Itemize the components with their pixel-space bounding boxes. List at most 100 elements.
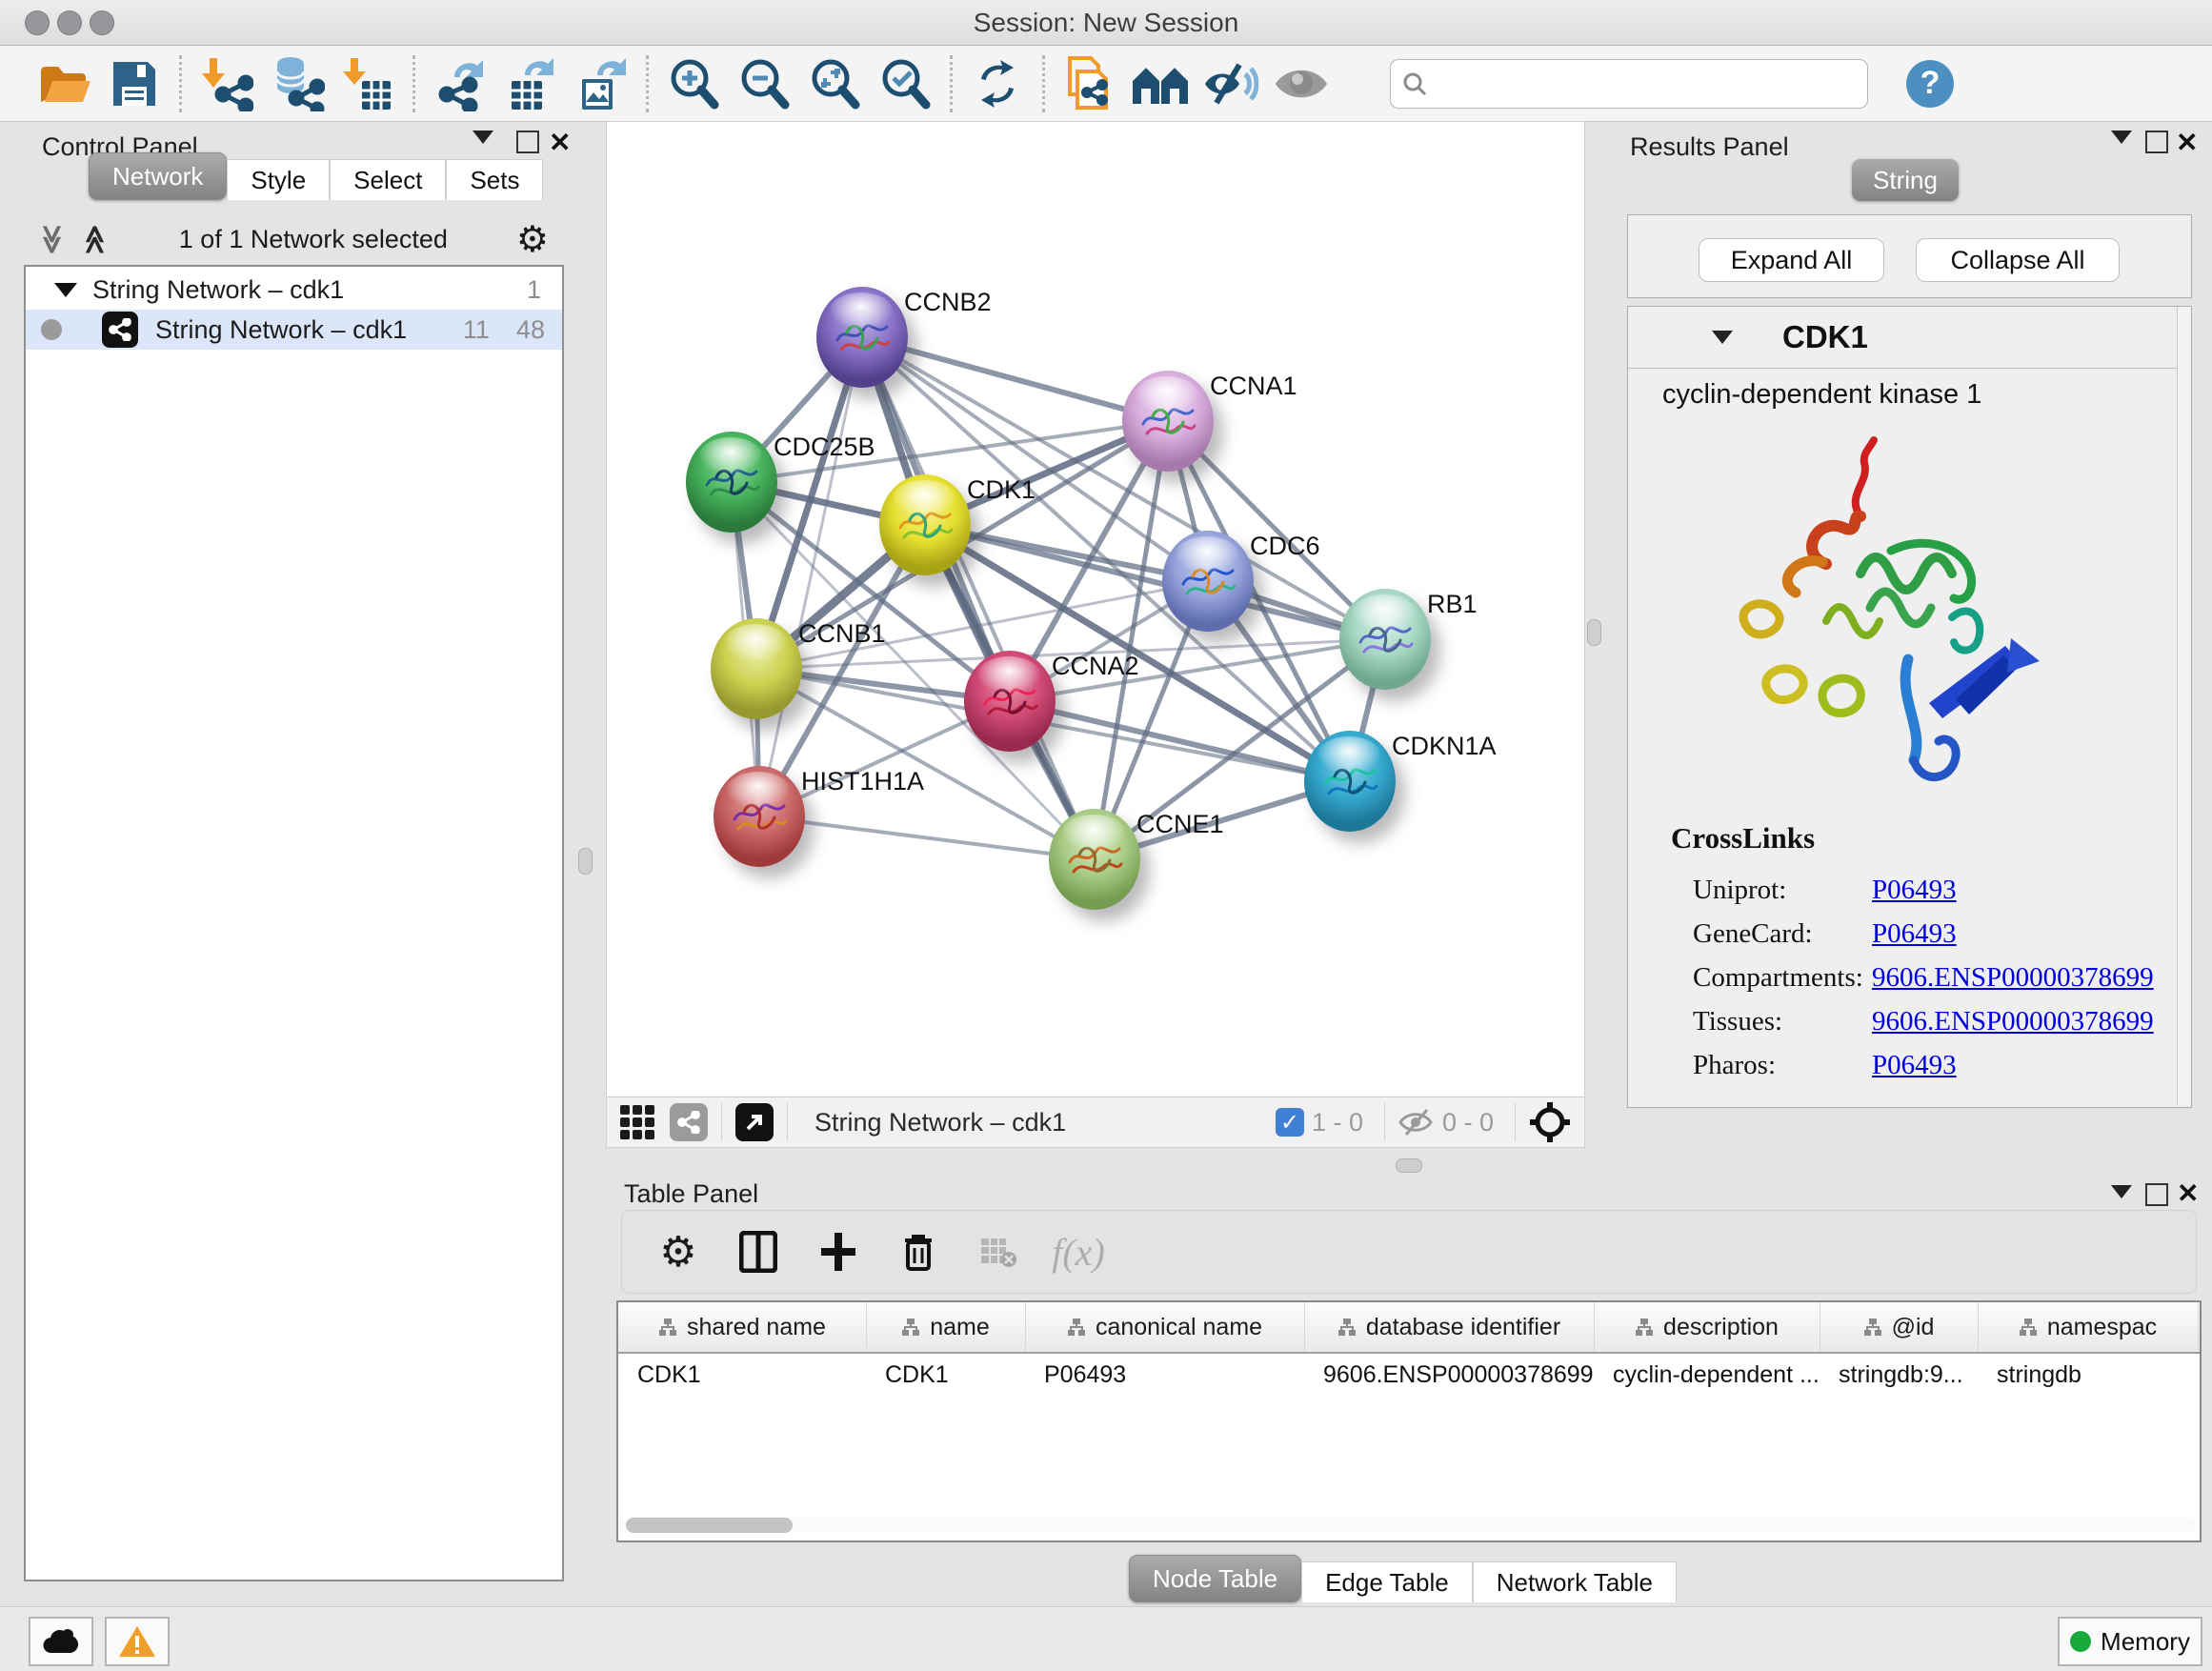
network-selection-summary: 1 of 1 Network selected	[111, 225, 516, 254]
delete-column-trash-icon[interactable]	[895, 1225, 942, 1278]
memory-button[interactable]: Memory	[2058, 1617, 2202, 1666]
node-hist1h1a[interactable]	[714, 766, 805, 867]
help-button[interactable]: ?	[1906, 60, 1954, 108]
table-cell[interactable]: stringdb:9...	[1820, 1352, 1978, 1398]
network-row-selected[interactable]: String Network – cdk1 11 48	[26, 310, 562, 350]
expand-all-icon[interactable]: ≪	[79, 224, 112, 253]
tab-edge-table[interactable]: Edge Table	[1301, 1561, 1473, 1602]
column-header-name[interactable]: name	[866, 1302, 1026, 1352]
export-table-button[interactable]	[495, 53, 566, 114]
tab-network-table[interactable]: Network Table	[1473, 1561, 1677, 1602]
table-cell[interactable]: CDK1	[618, 1352, 866, 1398]
gene-expander-icon[interactable]	[1712, 331, 1733, 344]
control-panel-menu-icon[interactable]	[473, 131, 493, 144]
table-horizontal-scrollbar[interactable]	[618, 1518, 2196, 1533]
tab-network[interactable]: Network	[89, 152, 227, 200]
node-cdkn1a[interactable]	[1304, 731, 1396, 832]
table-options-gear-icon[interactable]: ⚙	[654, 1225, 702, 1278]
column-header-sharedname[interactable]: shared name	[618, 1302, 867, 1352]
hidden-eye-icon[interactable]	[1398, 1108, 1435, 1137]
import-network-from-file-button[interactable]	[191, 53, 262, 114]
column-header-namespac[interactable]: namespac	[1978, 1302, 2199, 1352]
table-cell[interactable]: CDK1	[866, 1352, 1025, 1398]
collapse-all-button[interactable]: Collapse All	[1916, 238, 2120, 282]
collection-expander-icon[interactable]	[54, 283, 77, 297]
crosslink-link[interactable]: P06493	[1872, 918, 1957, 950]
open-session-button[interactable]	[29, 53, 99, 114]
selected-nodes-checkbox[interactable]: ✓	[1276, 1108, 1304, 1137]
results-scrollbar[interactable]	[2177, 307, 2191, 1105]
new-network-from-selection-button[interactable]	[1055, 53, 1125, 114]
node-ccnb1[interactable]	[711, 618, 802, 719]
results-panel-menu-icon[interactable]	[2111, 131, 2132, 144]
table-cell[interactable]: 9606.ENSP00000378699	[1304, 1352, 1594, 1398]
import-table-from-file-button[interactable]	[332, 53, 403, 114]
tab-sets[interactable]: Sets	[446, 159, 543, 200]
node-ccna1[interactable]	[1122, 371, 1214, 472]
network-collection-row[interactable]: String Network – cdk1 1	[26, 270, 562, 310]
tab-string[interactable]: String	[1852, 159, 1959, 201]
open-in-window-icon[interactable]	[735, 1103, 774, 1141]
column-header-canonicalname[interactable]: canonical name	[1025, 1302, 1305, 1352]
tab-select[interactable]: Select	[330, 159, 446, 200]
node-ccnb2[interactable]	[816, 287, 908, 388]
node-cdc6[interactable]	[1162, 531, 1254, 632]
center-view-crosshair-icon[interactable]	[1529, 1101, 1571, 1143]
table-cell[interactable]: stringdb	[1978, 1352, 2198, 1398]
zoom-in-button[interactable]	[658, 53, 729, 114]
node-ccne1[interactable]	[1049, 809, 1140, 910]
node-rb1[interactable]	[1339, 589, 1431, 690]
zoom-selected-button[interactable]	[870, 53, 940, 114]
column-attribute-icon	[1067, 1318, 1086, 1337]
node-cdc25b[interactable]	[686, 432, 777, 533]
horizontal-splitter-handle[interactable]	[1396, 1158, 1422, 1173]
left-splitter-handle[interactable]	[578, 848, 593, 875]
results-panel-close-icon[interactable]: ✕	[2176, 127, 2198, 158]
zoom-out-button[interactable]	[729, 53, 799, 114]
crosslink-link[interactable]: 9606.ENSP00000378699	[1872, 962, 2154, 994]
crosslink-link[interactable]: P06493	[1872, 1050, 1957, 1081]
export-network-button[interactable]	[425, 53, 495, 114]
scrollbar-thumb[interactable]	[626, 1518, 793, 1533]
gene-section-header[interactable]: CDK1	[1628, 307, 2191, 369]
edge-hist1h1a-ccne1[interactable]	[759, 816, 1095, 859]
right-splitter-handle[interactable]	[1587, 619, 1601, 646]
crosslink-link[interactable]: 9606.ENSP00000378699	[1872, 1006, 2154, 1037]
cloud-button[interactable]	[29, 1617, 93, 1666]
import-network-from-database-button[interactable]	[262, 53, 332, 114]
table-panel-menu-icon[interactable]	[2111, 1185, 2132, 1198]
warnings-button[interactable]	[105, 1617, 170, 1666]
table-panel-float-icon[interactable]	[2145, 1183, 2168, 1206]
hide-selection-button[interactable]	[1196, 53, 1266, 114]
zoom-fit-button[interactable]	[799, 53, 870, 114]
table-cell[interactable]: P06493	[1025, 1352, 1304, 1398]
search-box	[1390, 59, 1868, 109]
first-neighbors-button[interactable]	[1125, 53, 1196, 114]
control-panel-close-icon[interactable]: ✕	[549, 127, 571, 158]
collapse-all-icon[interactable]: ≫	[35, 224, 69, 253]
create-column-icon[interactable]	[814, 1225, 862, 1278]
grid-view-icon[interactable]	[620, 1105, 654, 1139]
save-session-button[interactable]	[99, 53, 170, 114]
table-cell[interactable]: cyclin-dependent ...	[1594, 1352, 1820, 1398]
edge-ccnb2-hist1h1a[interactable]	[759, 337, 862, 816]
node-cdk1[interactable]	[879, 474, 971, 575]
show-columns-icon[interactable]	[734, 1225, 782, 1278]
results-panel-float-icon[interactable]	[2145, 131, 2168, 153]
tab-node-table[interactable]: Node Table	[1129, 1555, 1301, 1602]
table-panel-close-icon[interactable]: ✕	[2177, 1178, 2199, 1209]
column-header-databaseidentifier[interactable]: database identifier	[1304, 1302, 1595, 1352]
crosslink-link[interactable]: P06493	[1872, 875, 1957, 906]
column-header-description[interactable]: description	[1594, 1302, 1820, 1352]
search-input[interactable]	[1427, 64, 1867, 104]
column-header-id[interactable]: @id	[1820, 1302, 1979, 1352]
apply-preferred-layout-button[interactable]	[962, 53, 1033, 114]
export-image-button[interactable]	[566, 53, 636, 114]
node-ccna2[interactable]	[964, 651, 1056, 752]
control-panel-float-icon[interactable]	[516, 131, 539, 153]
expand-all-button[interactable]: Expand All	[1699, 238, 1884, 282]
network-share-icon[interactable]	[670, 1103, 708, 1141]
show-all-button[interactable]	[1266, 53, 1337, 114]
network-options-gear-icon[interactable]: ⚙	[516, 218, 549, 261]
tab-style[interactable]: Style	[227, 159, 330, 200]
